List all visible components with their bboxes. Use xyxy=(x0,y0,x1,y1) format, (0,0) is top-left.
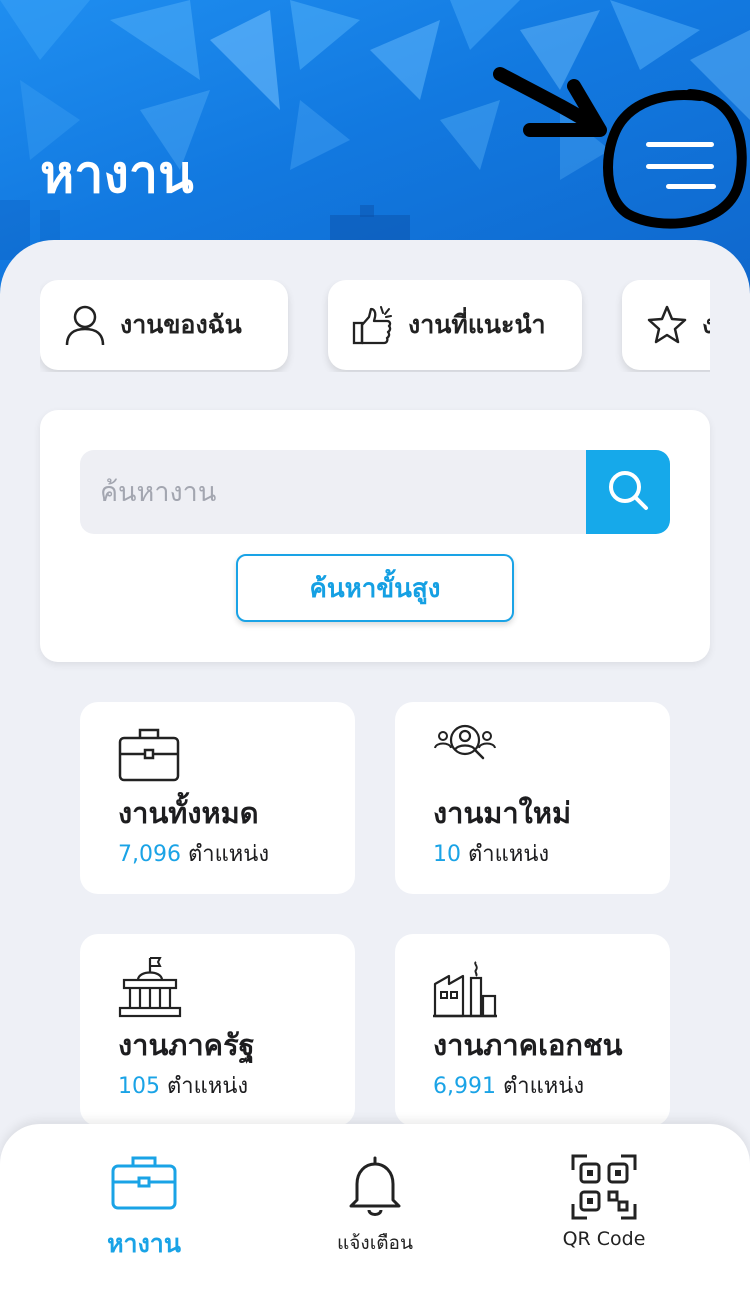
count-value: 105 xyxy=(118,1074,160,1099)
category-count: 10 ตำแหน่ง xyxy=(433,836,549,871)
chip-recommended-jobs[interactable]: งานที่แนะนำ xyxy=(328,280,582,370)
user-icon xyxy=(62,302,108,348)
category-title: งานภาคเอกชน xyxy=(433,1028,623,1062)
category-government-jobs[interactable]: งานภาครัฐ 105 ตำแหน่ง xyxy=(80,934,355,1126)
advanced-search-button[interactable]: ค้นหาขั้นสูง xyxy=(236,554,514,622)
briefcase-icon xyxy=(111,1154,177,1214)
search-input[interactable] xyxy=(80,450,588,534)
count-unit: ตำแหน่ง xyxy=(502,1074,585,1099)
category-count: 7,096 ตำแหน่ง xyxy=(118,836,269,871)
chip-saved-jobs[interactable]: งานที่บันทึก xyxy=(622,280,710,370)
people-search-icon xyxy=(433,724,497,788)
nav-item-notifications[interactable]: แจ้งเตือน xyxy=(265,1124,485,1294)
search-icon xyxy=(605,467,651,517)
category-all-jobs[interactable]: งานทั้งหมด 7,096 ตำแหน่ง xyxy=(80,702,355,894)
chip-label: งานของฉัน xyxy=(120,310,242,339)
nav-label: แจ้งเตือน xyxy=(337,1232,413,1254)
count-unit: ตำแหน่ง xyxy=(468,842,550,867)
nav-item-qr-code[interactable]: QR Code xyxy=(494,1124,714,1294)
category-title: งานภาครัฐ xyxy=(118,1028,255,1062)
factory-icon xyxy=(433,956,497,1020)
chip-label: งานที่แนะนำ xyxy=(408,310,546,339)
count-value: 6,991 xyxy=(433,1074,496,1099)
chip-label: งานที่บันทึก xyxy=(702,310,710,339)
job-search-screen: หางาน งานของฉัน งานที่แนะนำ ง ค้นหางาน ค… xyxy=(0,0,750,1294)
category-private-jobs[interactable]: งานภาคเอกชน 6,991 ตำแหน่ง xyxy=(395,934,670,1126)
bottom-navigation: หางาน แจ้งเตือน QR Code xyxy=(0,1124,750,1294)
quick-filter-chips: งานของฉัน งานที่แนะนำ งานที่บันทึก xyxy=(40,280,710,372)
search-card: ค้นหาขั้นสูง xyxy=(40,410,710,662)
count-value: 10 xyxy=(433,842,461,867)
category-count: 6,991 ตำแหน่ง xyxy=(433,1068,584,1103)
nav-label: QR Code xyxy=(562,1228,646,1250)
category-title: งานมาใหม่ xyxy=(433,796,572,830)
menu-button[interactable] xyxy=(630,128,726,208)
thumbs-up-icon xyxy=(350,302,396,348)
count-unit: ตำแหน่ง xyxy=(187,842,270,867)
search-button[interactable] xyxy=(586,450,670,534)
nav-label: หางาน xyxy=(107,1229,181,1258)
category-title: งานทั้งหมด xyxy=(118,796,259,830)
government-building-icon xyxy=(118,956,182,1020)
bell-icon xyxy=(345,1154,405,1224)
page-title: หางาน xyxy=(40,145,194,205)
nav-item-search-jobs[interactable]: หางาน xyxy=(34,1124,254,1294)
star-icon xyxy=(644,302,690,348)
category-count: 105 ตำแหน่ง xyxy=(118,1068,248,1103)
count-value: 7,096 xyxy=(118,842,181,867)
briefcase-icon xyxy=(118,724,182,788)
count-unit: ตำแหน่ง xyxy=(167,1074,249,1099)
category-new-jobs[interactable]: งานมาใหม่ 10 ตำแหน่ง xyxy=(395,702,670,894)
qr-code-icon xyxy=(571,1154,637,1224)
chip-my-jobs[interactable]: งานของฉัน xyxy=(40,280,288,370)
